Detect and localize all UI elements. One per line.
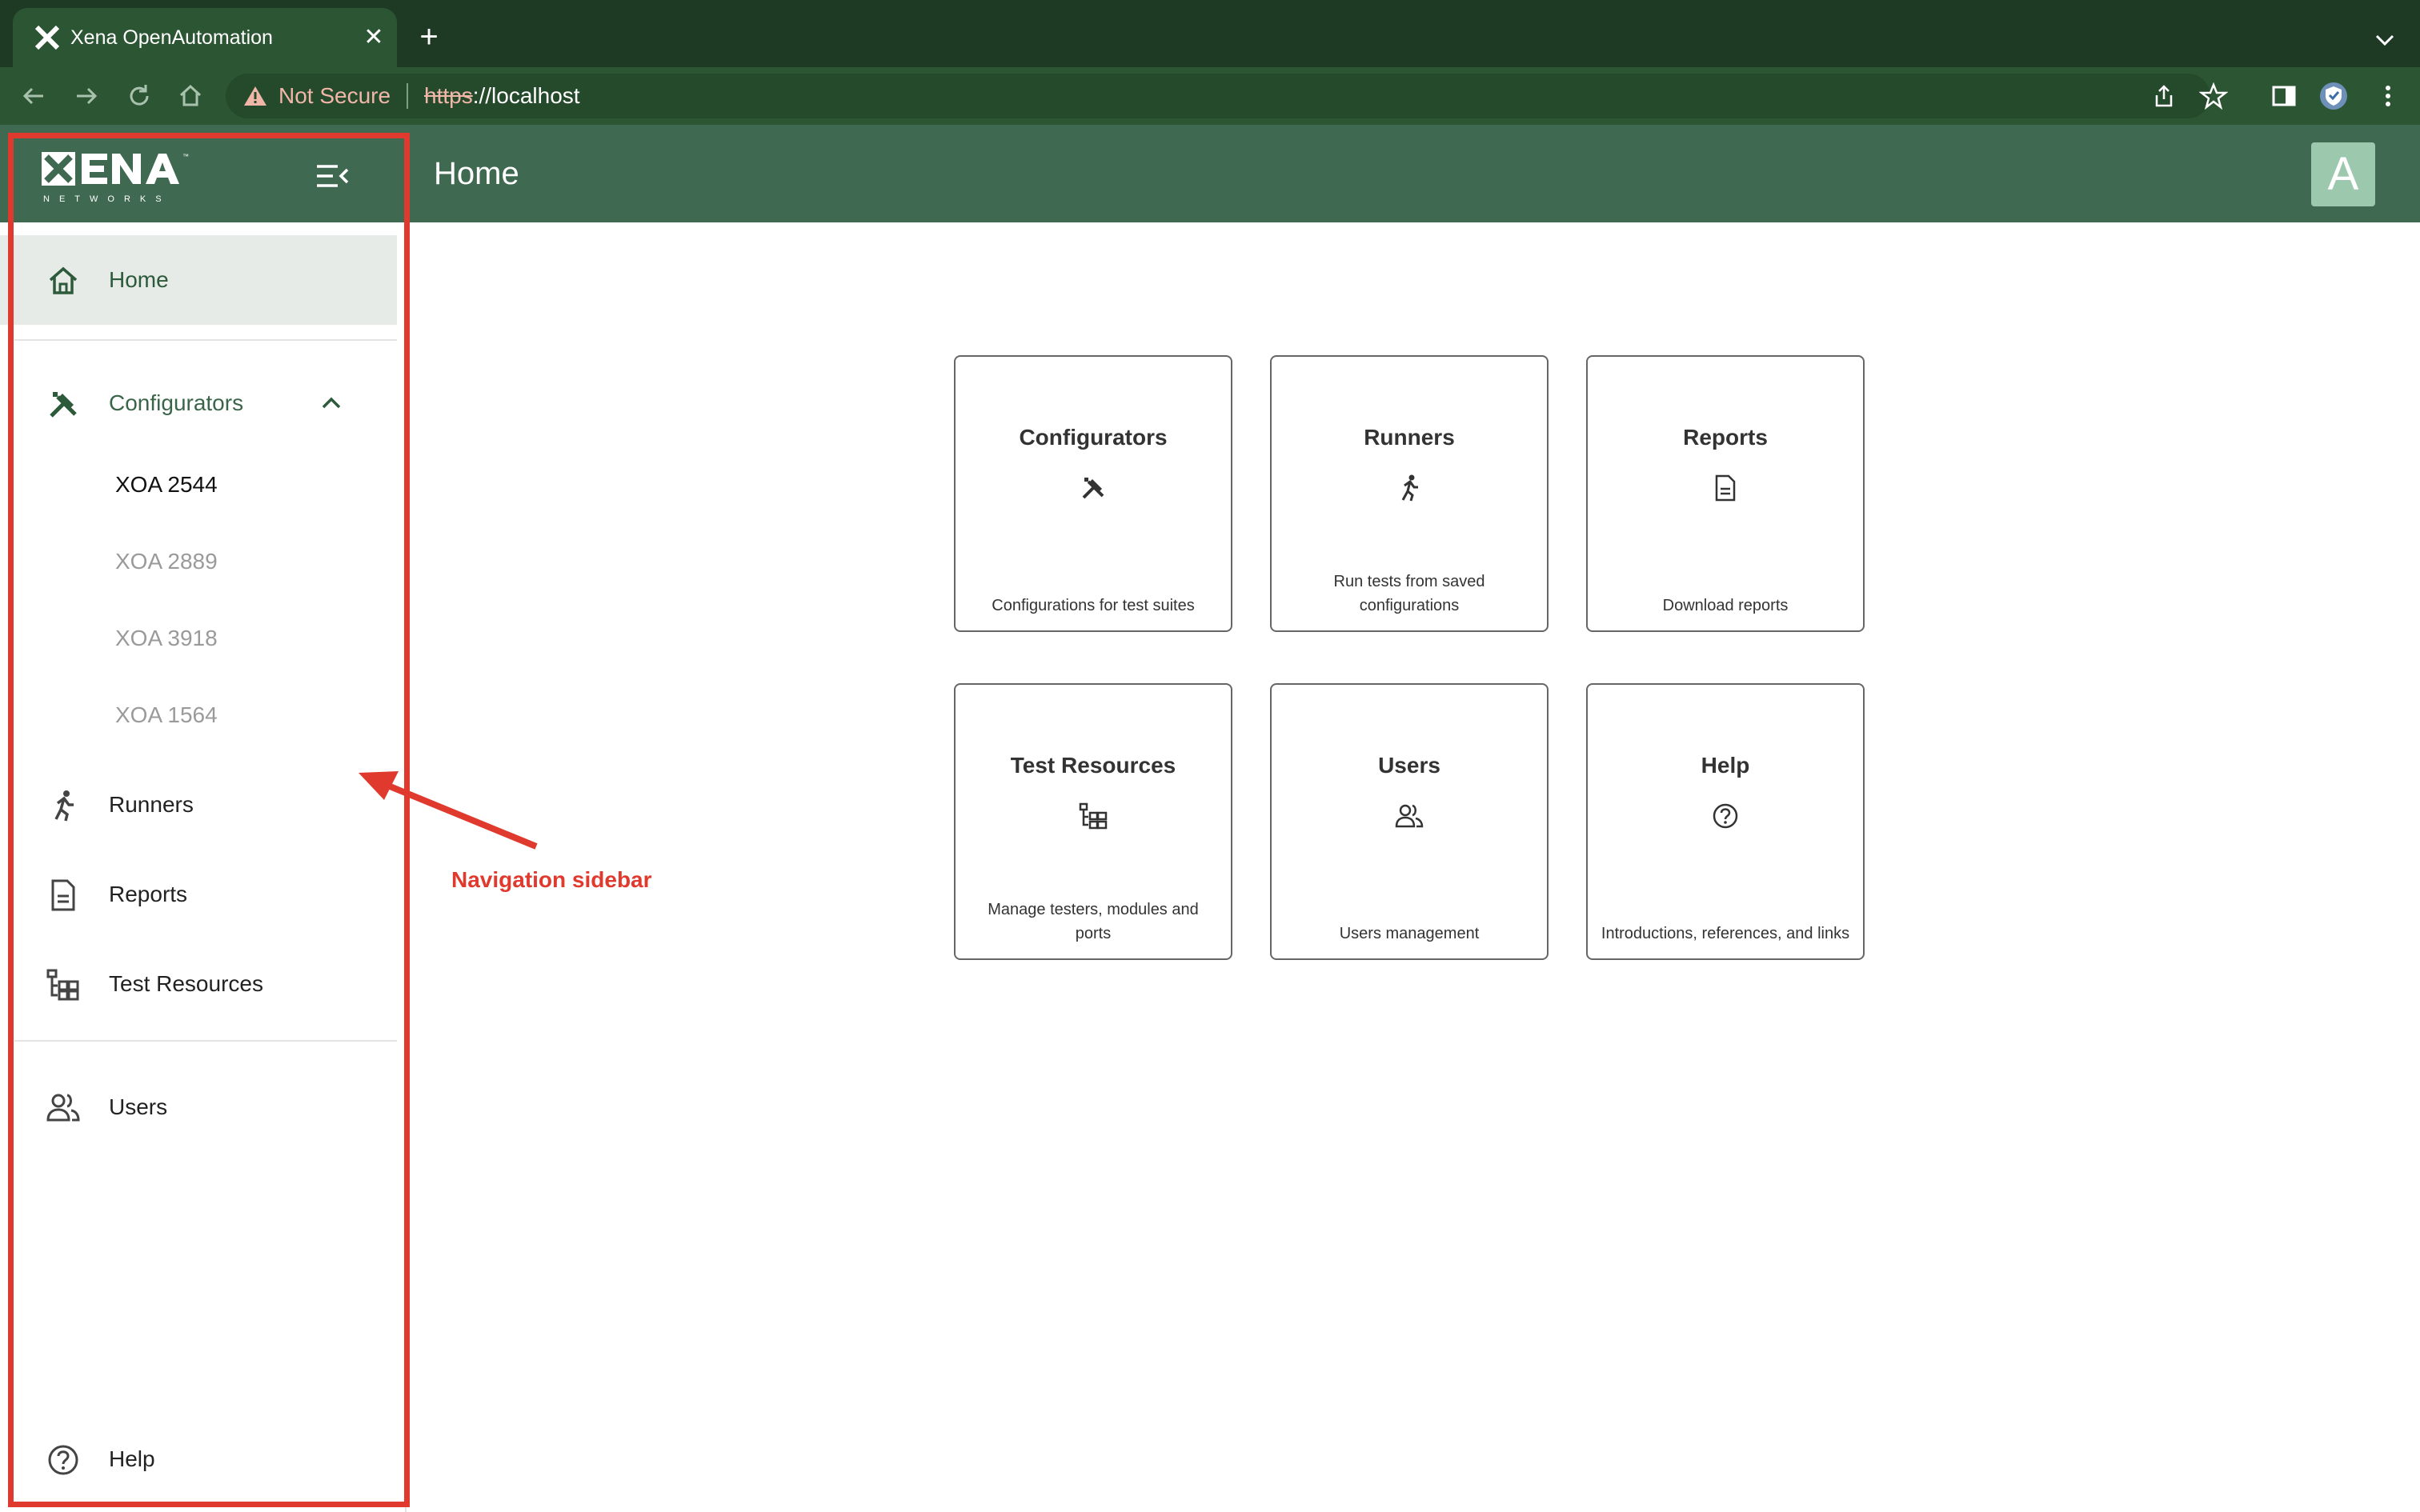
- card-title: Configurators: [1019, 425, 1168, 450]
- reload-icon[interactable]: [123, 80, 155, 112]
- card-title: Users: [1378, 753, 1440, 778]
- card-description: Download reports: [1662, 597, 1789, 614]
- card-users[interactable]: Users Users management: [1270, 683, 1549, 960]
- annotation-arrow-icon: [359, 771, 538, 850]
- xena-favicon-icon: [34, 25, 60, 50]
- url-text[interactable]: https://localhost: [424, 83, 580, 109]
- card-title: Reports: [1683, 425, 1768, 450]
- users-icon: [1395, 804, 1424, 828]
- not-secure-label[interactable]: Not Secure: [278, 83, 391, 109]
- extension-shield-icon[interactable]: [2318, 80, 2350, 112]
- card-description: Introductions, references, and links: [1601, 925, 1850, 942]
- card-reports[interactable]: Reports Download reports: [1586, 355, 1865, 632]
- url-host: ://localhost: [472, 83, 580, 108]
- card-test-resources[interactable]: Test Resources Manage testers, modules a…: [954, 683, 1232, 960]
- runner-icon: [1401, 474, 1418, 502]
- annotation-label: Navigation sidebar: [451, 867, 652, 892]
- card-help[interactable]: Help Introductions, references, and link…: [1586, 683, 1865, 960]
- tools-icon: [1082, 478, 1104, 499]
- share-icon[interactable]: [2151, 83, 2177, 109]
- tab-title: Xena OpenAutomation: [70, 26, 273, 49]
- card-description: Users management: [1339, 925, 1480, 942]
- card-description: Configurations for test suites: [992, 597, 1195, 614]
- browser-toolbar: Not Secure https://localhost: [0, 67, 2420, 125]
- card-title: Runners: [1364, 425, 1455, 450]
- resources-tree-icon: [1079, 802, 1108, 830]
- card-runners[interactable]: Runners Run tests from saved configurati…: [1270, 355, 1549, 632]
- url-scheme: https: [424, 83, 473, 108]
- home-browser-icon[interactable]: [174, 80, 206, 112]
- document-icon: [1715, 474, 1736, 502]
- card-configurators[interactable]: Configurators Configurations for test su…: [954, 355, 1232, 632]
- help-circle-icon: [1713, 803, 1738, 829]
- warning-triangle-icon: [244, 86, 266, 106]
- browser-tab[interactable]: Xena OpenAutomation ✕: [13, 8, 397, 67]
- page-title: Home: [434, 156, 519, 191]
- side-panel-icon[interactable]: [2268, 80, 2300, 112]
- card-description: Run tests from saved configurations: [1333, 573, 1485, 614]
- card-title: Test Resources: [1010, 753, 1176, 778]
- address-separator: [407, 83, 408, 109]
- card-description: Manage testers, modules and ports: [988, 901, 1199, 942]
- annotation-highlight-box: [8, 133, 410, 1507]
- card-title: Help: [1701, 753, 1750, 778]
- tab-close-icon[interactable]: ✕: [360, 24, 387, 51]
- browser-tab-bar: Xena OpenAutomation ✕ +: [0, 0, 2420, 67]
- forward-arrow-icon[interactable]: [70, 80, 102, 112]
- tab-search-chevron-icon[interactable]: [2369, 24, 2401, 56]
- bookmark-star-icon[interactable]: [2199, 82, 2228, 110]
- browser-menu-icon[interactable]: [2372, 80, 2404, 112]
- address-bar[interactable]: Not Secure https://localhost: [226, 74, 2228, 118]
- user-avatar[interactable]: A: [2311, 142, 2375, 206]
- new-tab-button[interactable]: +: [413, 21, 445, 53]
- back-arrow-icon[interactable]: [18, 80, 50, 112]
